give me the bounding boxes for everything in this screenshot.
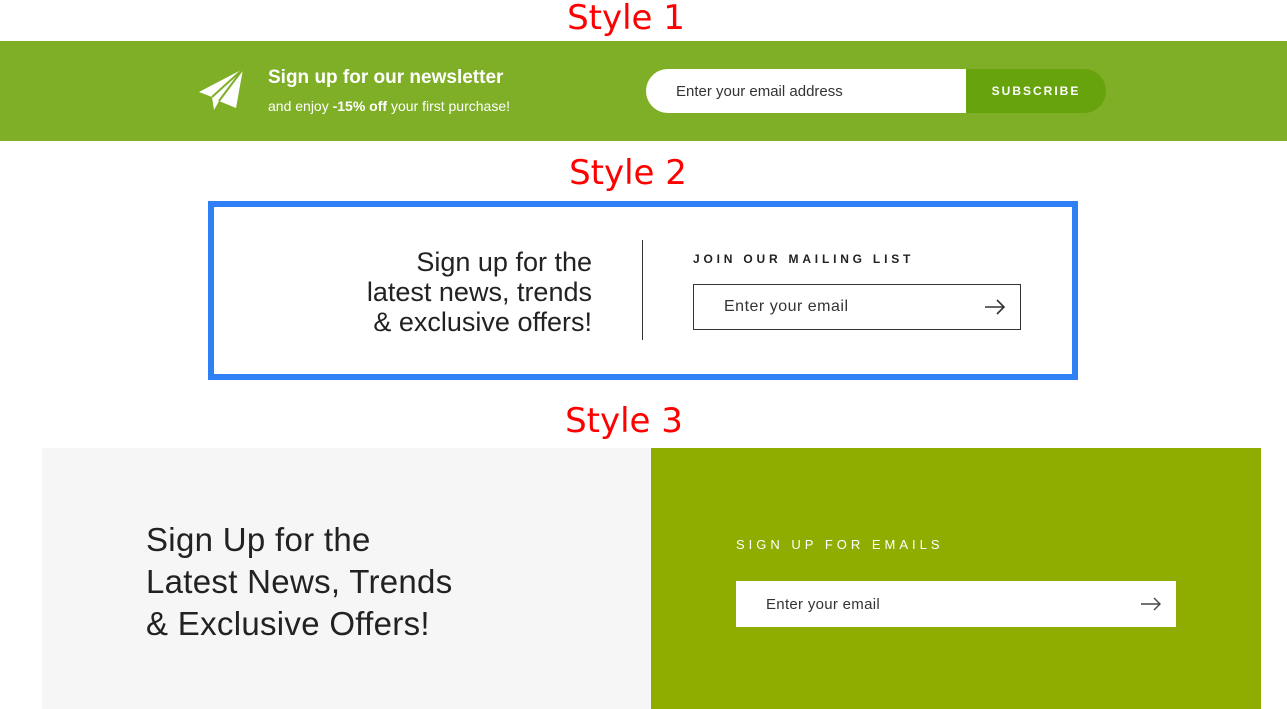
email-input[interactable] (694, 285, 974, 329)
sign-up-label: SIGN UP FOR EMAILS (736, 537, 944, 552)
newsletter-heading: Sign up for the latest news, trends & ex… (366, 247, 592, 337)
discount-text: -15% off (332, 98, 388, 114)
newsletter-subtitle: and enjoy -15% off your first purchase! (268, 98, 510, 114)
email-input[interactable] (736, 581, 1126, 627)
arrow-right-icon[interactable] (984, 299, 1006, 315)
paper-plane-icon (199, 68, 244, 110)
email-input[interactable] (646, 69, 966, 113)
newsletter-form (736, 581, 1176, 627)
newsletter-form-panel: SIGN UP FOR EMAILS (651, 448, 1261, 709)
style-2-label: Style 2 (569, 153, 687, 193)
style-3-label: Style 3 (565, 401, 683, 441)
newsletter-heading-panel: Sign Up for the Latest News, Trends & Ex… (42, 448, 651, 709)
newsletter-box-style-2: Sign up for the latest news, trends & ex… (208, 201, 1078, 380)
vertical-divider (642, 240, 643, 340)
style-1-label: Style 1 (567, 0, 685, 38)
arrow-right-icon[interactable] (1140, 597, 1162, 611)
newsletter-form (693, 284, 1021, 330)
newsletter-form: SUBSCRIBE (646, 69, 1106, 113)
newsletter-banner-style-1: Sign up for our newsletter and enjoy -15… (0, 41, 1287, 141)
newsletter-heading: Sign Up for the Latest News, Trends & Ex… (146, 521, 453, 642)
newsletter-title: Sign up for our newsletter (268, 67, 504, 88)
subscribe-button[interactable]: SUBSCRIBE (966, 69, 1106, 113)
mailing-list-label: JOIN OUR MAILING LIST (693, 252, 915, 266)
